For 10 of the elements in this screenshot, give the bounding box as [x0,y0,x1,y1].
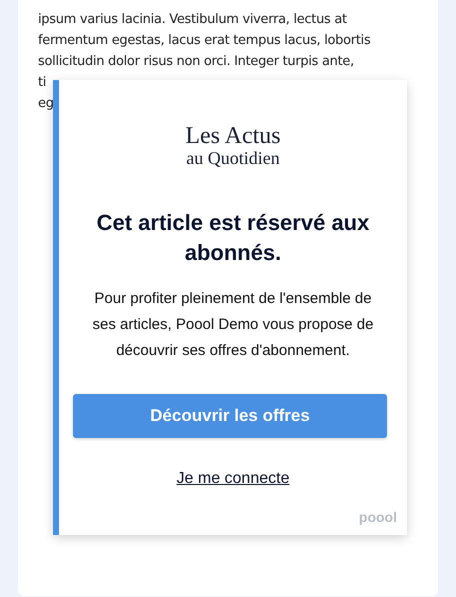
paywall-title: Cet article est réservé aux abonnés. [96,209,370,267]
article-text: sollicitudin dolor risus non orci. Integer turpis ante, [38,53,355,71]
brand-logo: poool [358,509,397,525]
article-text: ti [38,74,46,92]
paywall-text: Pour profiter pleinement de l'ensemble de ses articles, Poool Demo vous propose de découvrir ses offres d'abonnement. [92,289,374,361]
logo: Les Actus au Quotidien [185,124,281,168]
article-text: fermentum egestas, lacus erat tempus lacus, lobortis [38,32,372,50]
login-link[interactable]: Je me connecte [176,470,290,488]
article-text: eg [38,95,54,113]
article-text: ipsum varius lacinia. Vestibulum viverra, lectus at [38,11,348,29]
